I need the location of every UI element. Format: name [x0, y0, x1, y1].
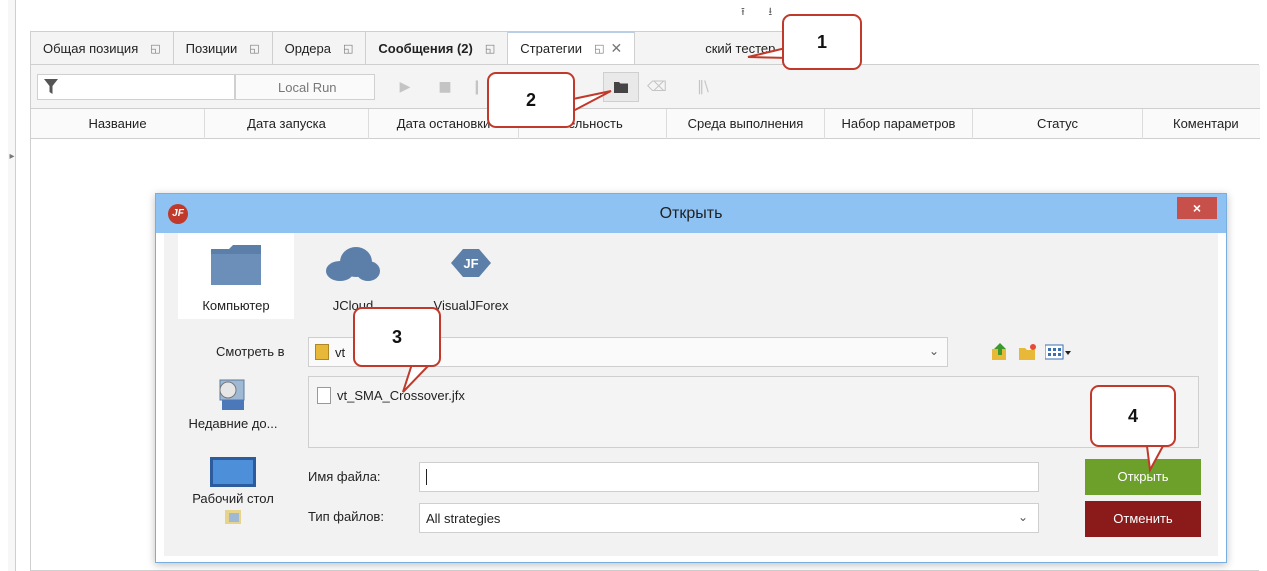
- run-mode-select[interactable]: Local Run: [235, 74, 375, 100]
- filter-icon: [44, 79, 58, 94]
- dialog-titlebar: JF Открыть ×: [156, 194, 1226, 233]
- tab-bar: Общая позиция ◱ Позиции ◱ Ордера ◱ Сообщ…: [30, 31, 829, 65]
- open-folder-button[interactable]: [603, 72, 639, 102]
- view-menu-icon[interactable]: [1045, 343, 1071, 361]
- detach-icon[interactable]: ◱: [150, 42, 160, 55]
- column-header[interactable]: Статус: [973, 109, 1143, 139]
- callout-2: 2: [487, 72, 575, 128]
- side-item-label: Рабочий стол: [192, 491, 274, 506]
- folder-icon: [315, 344, 329, 360]
- tab-label: Ордера: [284, 40, 331, 56]
- detach-icon[interactable]: ◱: [249, 42, 259, 55]
- play-icon[interactable]: ▶: [395, 77, 415, 97]
- tab-label: ский тестер: [705, 40, 776, 56]
- file-type-select[interactable]: All strategies ⌄: [419, 503, 1039, 533]
- filter-input[interactable]: [37, 74, 235, 100]
- look-in-label: Смотреть в: [216, 344, 285, 359]
- close-button[interactable]: ×: [1177, 197, 1217, 219]
- tab-positions[interactable]: Позиции ◱: [173, 31, 273, 65]
- tab-general-position[interactable]: Общая позиция ◱: [30, 31, 174, 65]
- tab-label: Сообщения (2): [378, 40, 473, 56]
- folder-icon: [614, 82, 628, 93]
- file-name: vt_SMA_Crossover.jfx: [337, 388, 465, 403]
- detach-icon[interactable]: ◱: [343, 42, 353, 55]
- column-header[interactable]: Набор параметров: [825, 109, 973, 139]
- library-icon[interactable]: ‖\: [693, 77, 713, 97]
- file-type-label: Тип файлов:: [308, 509, 384, 524]
- place-label: Компьютер: [202, 298, 270, 313]
- side-item-label: Недавние до...: [188, 416, 278, 431]
- close-icon[interactable]: ✕: [610, 41, 622, 57]
- folder-icon: [211, 245, 261, 285]
- desktop-item[interactable]: Рабочий стол: [174, 457, 292, 524]
- delete-icon[interactable]: ⌫: [647, 77, 667, 97]
- visualjforex-icon: JF: [451, 249, 491, 277]
- tab-orders[interactable]: Ордера ◱: [272, 31, 367, 65]
- list-item[interactable]: vt_SMA_Crossover.jfx: [317, 387, 465, 404]
- file-name-input[interactable]: [419, 462, 1039, 492]
- look-in-value: vt: [335, 345, 346, 360]
- detach-icon[interactable]: ◱: [485, 42, 495, 55]
- recent-documents-icon: [219, 379, 245, 410]
- panel-move-controls[interactable]: ⭱ ⭳: [741, 3, 782, 22]
- dialog-body: Компьютер JCloud JF VisualJForex Смотрет…: [164, 233, 1218, 556]
- svg-text:JF: JF: [463, 256, 478, 271]
- text-caret: [426, 469, 427, 485]
- callout-1: 1: [782, 14, 862, 70]
- file-type-value: All strategies: [426, 511, 501, 526]
- tab-messages[interactable]: Сообщения (2) ◱: [366, 31, 509, 65]
- strategies-toolbar: Local Run ▶ ■ ❙❙ ⇧ ⌫ ‖\: [31, 65, 1260, 109]
- cloud-icon: [326, 247, 380, 281]
- tab-label: Общая позиция: [43, 40, 139, 56]
- file-list[interactable]: vt_SMA_Crossover.jfx: [308, 376, 1199, 448]
- column-header[interactable]: Название: [31, 109, 205, 139]
- expand-panel-icon[interactable]: ▸: [8, 151, 16, 163]
- file-name-label: Имя файла:: [308, 469, 381, 484]
- tab-strategies[interactable]: Стратегии ◱ ✕: [508, 31, 636, 65]
- tab-label: Позиции: [185, 40, 238, 56]
- chevron-down-icon[interactable]: ⌄: [929, 344, 939, 358]
- stop-icon[interactable]: ■: [435, 77, 455, 97]
- desktop-icon: [210, 457, 256, 487]
- column-header[interactable]: Среда выполнения: [667, 109, 825, 139]
- documents-icon: [225, 510, 241, 524]
- file-icon: [317, 387, 331, 404]
- recent-documents-item[interactable]: Недавние до...: [174, 376, 292, 431]
- cancel-button[interactable]: Отменить: [1085, 501, 1201, 537]
- detach-icon[interactable]: ◱: [594, 42, 604, 55]
- column-header[interactable]: Коментари: [1143, 109, 1260, 139]
- column-header[interactable]: Дата запуска: [205, 109, 369, 139]
- callout-3: 3: [353, 307, 441, 367]
- open-button[interactable]: Открыть: [1085, 459, 1201, 495]
- dialog-title: Открыть: [659, 205, 723, 222]
- table-header: Название Дата запуска Дата остановки тел…: [31, 109, 1260, 139]
- new-folder-icon[interactable]: [1019, 343, 1037, 361]
- place-tab-computer[interactable]: Компьютер: [178, 233, 294, 319]
- chevron-down-icon[interactable]: ⌄: [1018, 510, 1028, 524]
- tab-label: Стратегии: [520, 41, 583, 56]
- callout-4: 4: [1090, 385, 1176, 447]
- up-folder-icon[interactable]: [991, 343, 1009, 361]
- open-dialog: JF Открыть × Компьютер JCloud JF VisualJ…: [155, 193, 1227, 563]
- left-edge-bar: [8, 0, 16, 571]
